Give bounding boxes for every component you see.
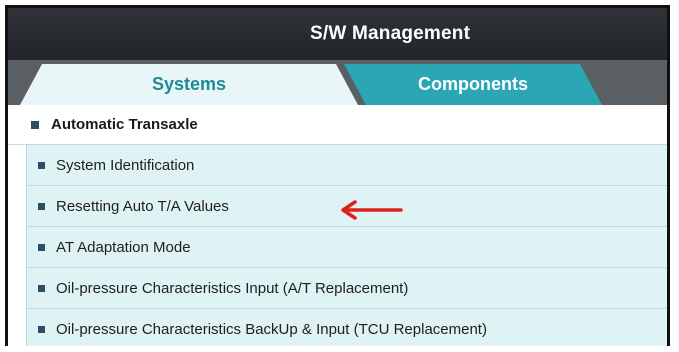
tab-components[interactable]: Components <box>344 64 602 105</box>
tab-bar: Systems Components <box>8 60 667 105</box>
systems-panel: Automatic Transaxle System Identificatio… <box>8 105 667 346</box>
window-title: S/W Management <box>310 23 471 44</box>
square-bullet-icon <box>38 325 45 333</box>
list-item-label: Oil-pressure Characteristics BackUp & In… <box>56 320 487 338</box>
square-bullet-icon <box>38 202 45 210</box>
list-item-at-adaptation-mode[interactable]: AT Adaptation Mode <box>26 227 667 268</box>
tab-systems[interactable]: Systems <box>20 64 358 105</box>
tab-systems-label: Systems <box>151 74 227 94</box>
list-item-oil-pressure-input[interactable]: Oil-pressure Characteristics Input (A/T … <box>26 268 667 309</box>
list-item-oil-pressure-backup-input[interactable]: Oil-pressure Characteristics BackUp & In… <box>26 309 667 346</box>
system-function-list: System Identification Resetting Auto T/A… <box>26 145 667 346</box>
square-bullet-icon <box>38 284 45 292</box>
square-bullet-icon <box>38 243 45 251</box>
list-item-label: System Identification <box>56 156 195 174</box>
tab-divider <box>668 74 670 96</box>
list-item-label: AT Adaptation Mode <box>56 238 191 256</box>
section-header-label: Automatic Transaxle <box>51 116 198 133</box>
tab-components-label: Components <box>418 74 528 94</box>
title-bar: S/W Management <box>8 8 667 60</box>
square-bullet-icon <box>38 161 45 169</box>
list-item-label: Resetting Auto T/A Values <box>56 197 229 215</box>
list-item-label: Oil-pressure Characteristics Input (A/T … <box>56 279 409 297</box>
list-item-system-identification[interactable]: System Identification <box>26 145 667 186</box>
sw-management-window: S/W Management Systems Components Automa… <box>5 5 670 346</box>
left-arrow-icon <box>341 200 403 220</box>
section-header-automatic-transaxle[interactable]: Automatic Transaxle <box>8 105 667 145</box>
square-bullet-icon <box>31 120 39 129</box>
